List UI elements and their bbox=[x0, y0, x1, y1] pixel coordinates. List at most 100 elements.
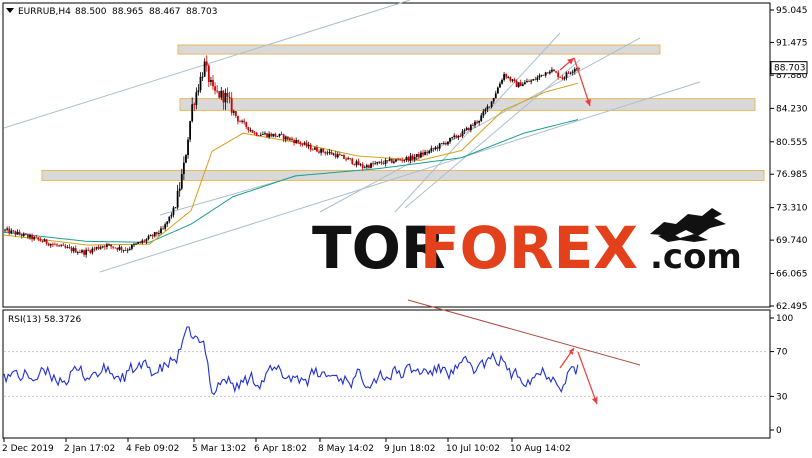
candle-body bbox=[37, 237, 40, 240]
candle-body bbox=[51, 244, 54, 245]
candle-body bbox=[357, 161, 360, 166]
candle-body bbox=[349, 158, 352, 160]
candle-body bbox=[251, 130, 254, 133]
close-value: 88.703 bbox=[186, 7, 218, 17]
candle-body bbox=[355, 161, 358, 165]
candle-body bbox=[434, 147, 437, 149]
candle-body bbox=[388, 158, 391, 161]
candle-body bbox=[440, 143, 443, 145]
candle-body bbox=[45, 239, 48, 244]
candle-body bbox=[390, 158, 393, 163]
price-axis: 95.04591.47587.88084.23080.55576.98573.3… bbox=[770, 6, 808, 312]
candle-body bbox=[264, 133, 266, 135]
candle-body bbox=[243, 120, 246, 123]
chart-stage: TOR FOREX .com EURRUB,H4 88.500 88.965 8… bbox=[0, 0, 812, 458]
candle-body bbox=[501, 79, 503, 84]
candle-body bbox=[147, 236, 150, 240]
candle-body bbox=[212, 79, 214, 87]
candle-body bbox=[401, 160, 404, 161]
candle-body bbox=[35, 236, 38, 238]
watermark-com: .com bbox=[650, 237, 742, 277]
candle-body bbox=[405, 157, 408, 160]
candle-body bbox=[409, 155, 412, 161]
candle-body bbox=[155, 232, 158, 234]
candle-body bbox=[351, 158, 354, 164]
candle-body bbox=[428, 150, 431, 153]
rsi-tick-label: 30 bbox=[776, 392, 788, 402]
chart-svg: TOR FOREX .com EURRUB,H4 88.500 88.965 8… bbox=[2, 0, 808, 454]
candle-body bbox=[332, 153, 335, 155]
candle-body bbox=[203, 61, 206, 77]
candle-body bbox=[465, 127, 468, 131]
candle-body bbox=[228, 96, 231, 99]
candle-body bbox=[451, 137, 454, 138]
candle-body bbox=[542, 74, 545, 76]
candle-body bbox=[415, 154, 418, 158]
candle-body bbox=[403, 159, 406, 161]
price-tick-label: 95.045 bbox=[776, 6, 808, 16]
candle-body bbox=[521, 84, 524, 87]
candle-body bbox=[507, 77, 510, 79]
candle-body bbox=[27, 234, 29, 238]
candle-body bbox=[110, 244, 112, 247]
candle-body bbox=[484, 109, 487, 112]
candle-body bbox=[540, 74, 543, 76]
candle-body bbox=[166, 221, 169, 225]
candle-body bbox=[122, 250, 125, 251]
candle-body bbox=[395, 159, 397, 162]
candle-body bbox=[297, 140, 300, 143]
candle-body bbox=[276, 136, 279, 137]
candle-body bbox=[544, 72, 547, 76]
candle-body bbox=[118, 247, 121, 250]
candle-body bbox=[220, 90, 223, 98]
candle-body bbox=[20, 234, 23, 236]
chart-header: EURRUB,H4 88.500 88.965 88.467 88.703 bbox=[6, 7, 218, 17]
candle-body bbox=[291, 138, 293, 141]
price-tick-label: 66.065 bbox=[776, 270, 808, 280]
candle-body bbox=[180, 174, 183, 189]
price-tick-label: 91.475 bbox=[776, 38, 808, 48]
current-price-tag: 88.703 bbox=[770, 61, 808, 75]
candle-body bbox=[22, 233, 25, 236]
candle-body bbox=[548, 71, 551, 74]
candle-body bbox=[33, 236, 36, 240]
candle-body bbox=[39, 239, 42, 241]
candle-body bbox=[313, 147, 316, 150]
candle-body bbox=[266, 133, 268, 137]
candle-body bbox=[160, 228, 162, 234]
candle-body bbox=[523, 82, 526, 85]
candle-body bbox=[64, 245, 67, 248]
candle-body bbox=[488, 106, 491, 108]
candle-body bbox=[530, 80, 533, 82]
candle-body bbox=[239, 121, 241, 123]
candle-body bbox=[54, 244, 56, 246]
candle-body bbox=[438, 143, 441, 149]
candle-body bbox=[241, 120, 243, 122]
candle-body bbox=[345, 158, 347, 160]
candle-body bbox=[257, 135, 260, 137]
candle-body bbox=[365, 165, 368, 168]
candle-body bbox=[158, 233, 160, 234]
open-value: 88.500 bbox=[75, 7, 107, 17]
candle-body bbox=[85, 249, 88, 255]
candle-body bbox=[578, 68, 580, 70]
candle-body bbox=[397, 159, 399, 161]
candle-body bbox=[546, 72, 549, 74]
candle-body bbox=[430, 148, 433, 151]
candle-body bbox=[29, 234, 31, 238]
candle-body bbox=[255, 132, 258, 136]
candle-body bbox=[519, 82, 522, 87]
candle-body bbox=[536, 77, 539, 80]
candle-body bbox=[447, 141, 449, 145]
candle-body bbox=[130, 244, 133, 249]
candle-body bbox=[461, 131, 464, 137]
candle-body bbox=[330, 152, 333, 155]
candle-body bbox=[78, 252, 81, 254]
time-tick-label: 5 Mar 13:02 bbox=[192, 444, 246, 454]
time-tick-label: 6 Apr 18:02 bbox=[254, 444, 307, 454]
candle-body bbox=[499, 83, 501, 88]
candle-body bbox=[282, 134, 285, 140]
candle-body bbox=[303, 142, 306, 145]
candle-body bbox=[432, 148, 435, 150]
candle-body bbox=[41, 240, 44, 242]
